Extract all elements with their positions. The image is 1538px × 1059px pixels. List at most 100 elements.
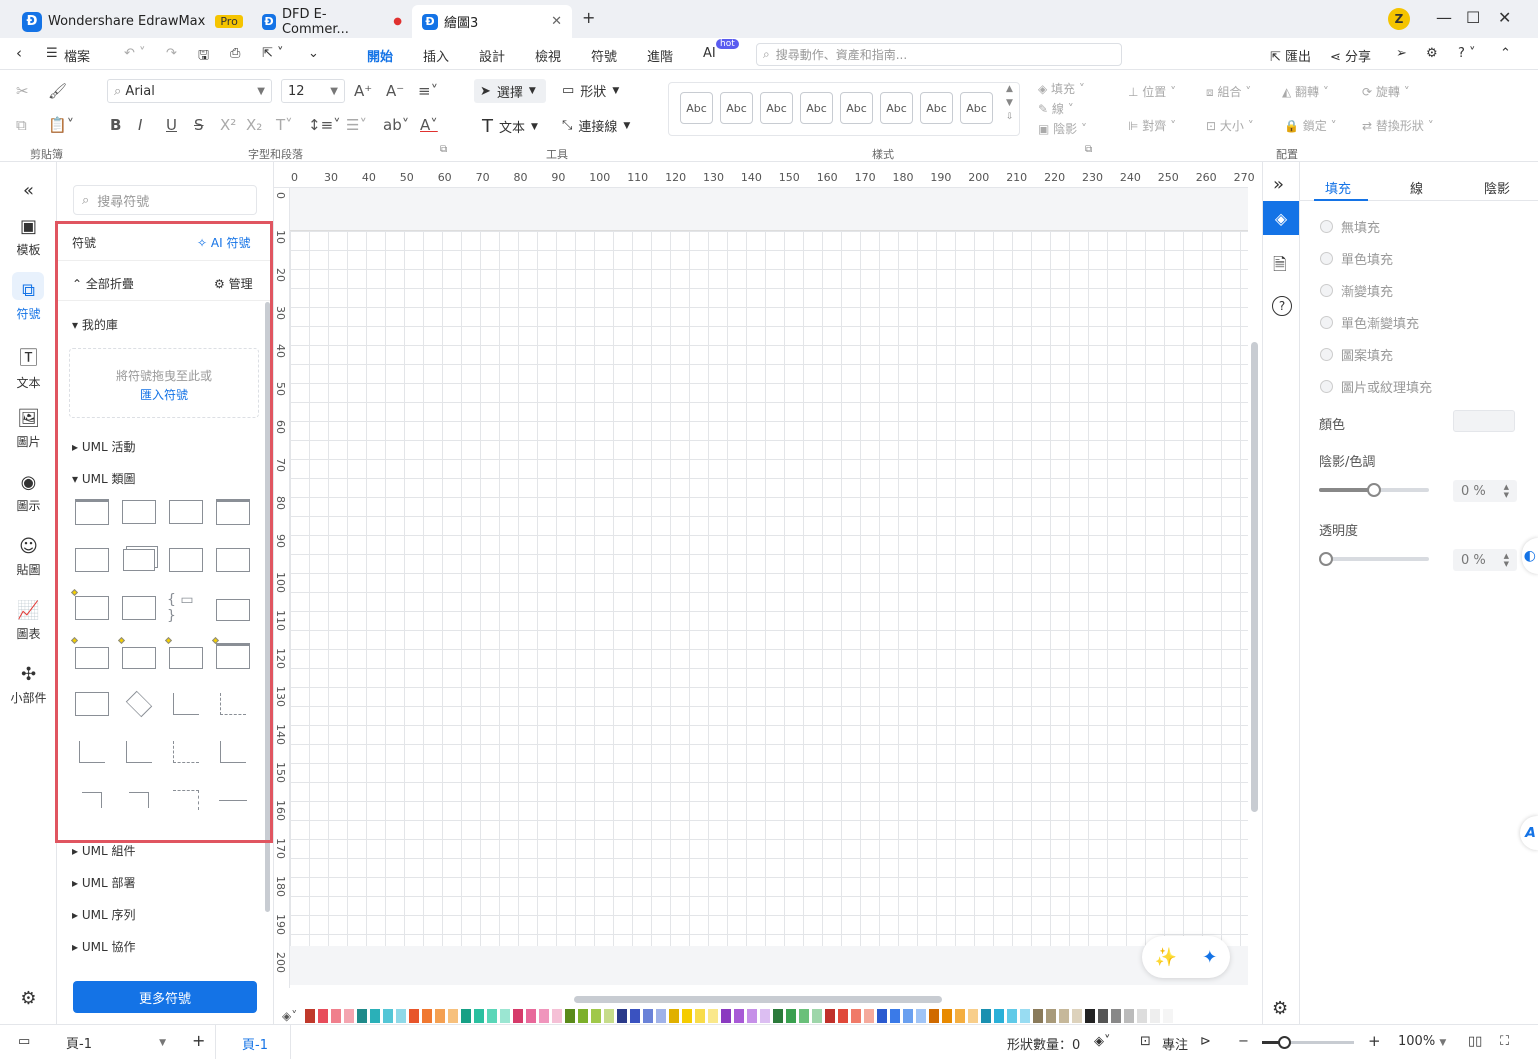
radio-no-fill[interactable]: 無填充 [1320, 217, 1380, 236]
share-button[interactable]: ⋖ 分享 [1330, 46, 1371, 65]
color-swatch[interactable] [669, 1009, 680, 1023]
print-icon[interactable]: ⎙ [230, 46, 240, 61]
menu-home[interactable]: 開始 [367, 46, 394, 73]
vertical-scrollbar[interactable] [1251, 342, 1258, 812]
font-shrink-icon[interactable]: A⁻ [386, 82, 404, 100]
horizontal-scrollbar[interactable] [574, 996, 942, 1003]
menu-advanced[interactable]: 進階 [647, 46, 673, 65]
color-swatch[interactable] [643, 1009, 654, 1023]
rotate-button[interactable]: ⟳ 旋轉 ˅ [1362, 83, 1410, 100]
cut-icon[interactable]: ✂ [16, 82, 29, 100]
tab-drawing3[interactable]: Ð 繪圖3 ✕ [412, 5, 572, 38]
bold-icon[interactable]: B [110, 116, 121, 134]
tab-line[interactable]: 線 [1410, 178, 1423, 197]
zoom-slider-thumb[interactable] [1278, 1036, 1291, 1049]
color-swatch[interactable] [695, 1009, 706, 1023]
zoom-select[interactable]: 100% ▼ [1398, 1034, 1446, 1049]
color-swatch[interactable] [721, 1009, 732, 1023]
menu-symbols[interactable]: 符號 [591, 46, 617, 65]
transparency-value-input[interactable]: 0 % ▲ ▼ [1453, 549, 1517, 571]
color-swatch[interactable] [799, 1009, 810, 1023]
hamburger-icon[interactable]: ☰ [46, 46, 58, 61]
copy-icon[interactable]: ⧉ [16, 116, 27, 134]
color-swatch[interactable] [526, 1009, 537, 1023]
color-swatch[interactable] [760, 1009, 771, 1023]
save-icon[interactable]: 🖫 [198, 46, 209, 68]
category-uml-deployment[interactable]: ▸ UML 部署 [72, 874, 135, 891]
color-swatch[interactable] [396, 1009, 407, 1023]
color-swatch[interactable] [851, 1009, 862, 1023]
expand-font-icon[interactable]: ⧉ [440, 144, 447, 155]
style-swatch[interactable]: Abc [800, 92, 833, 124]
color-swatch[interactable] [1137, 1009, 1148, 1023]
color-swatch[interactable] [539, 1009, 550, 1023]
page-properties-icon[interactable]: 🗎 [1273, 252, 1287, 281]
transparency-slider-thumb[interactable] [1319, 552, 1333, 566]
menu-ai[interactable]: AI [703, 46, 716, 61]
tab-shadow[interactable]: 陰影 [1484, 178, 1510, 197]
color-picker[interactable] [1453, 410, 1515, 432]
style-swatch[interactable]: Abc [960, 92, 993, 124]
settings-icon[interactable]: ⚙ [1272, 998, 1288, 1019]
settings-icon[interactable]: ⚙ [0, 988, 57, 1009]
font-color-icon[interactable]: A˅ [420, 116, 438, 134]
color-swatch[interactable] [357, 1009, 368, 1023]
color-swatch[interactable] [461, 1009, 472, 1023]
page-select[interactable]: 頁-1 ▼ [66, 1033, 166, 1052]
flip-button[interactable]: ◭ 翻轉 ˅ [1282, 83, 1329, 100]
color-swatch[interactable] [435, 1009, 446, 1023]
export-button[interactable]: ⇱ 匯出 [1270, 46, 1311, 65]
collapse-ribbon-icon[interactable]: ⌃ [1500, 46, 1511, 61]
color-swatch[interactable] [422, 1009, 433, 1023]
nav-widgets[interactable]: ✣ 小部件 [0, 664, 57, 706]
color-swatch[interactable] [864, 1009, 875, 1023]
app-tab[interactable]: Ð Wondershare EdrawMax Pro [12, 5, 253, 38]
more-icon[interactable]: ⌄ [308, 46, 319, 61]
focus-button[interactable]: 專注 [1162, 1034, 1188, 1053]
color-swatch[interactable] [903, 1009, 914, 1023]
style-swatch[interactable]: Abc [760, 92, 793, 124]
color-swatch[interactable] [1020, 1009, 1031, 1023]
format-painter-icon[interactable]: 🖌 [48, 82, 67, 100]
layers-icon[interactable]: ◈˅ [1094, 1034, 1111, 1049]
paste-icon[interactable]: 📋˅ [48, 116, 74, 134]
shape-button[interactable]: ▭ 形狀 ▼ [562, 81, 619, 100]
color-swatch[interactable] [1059, 1009, 1070, 1023]
close-window-icon[interactable]: ✕ [1498, 8, 1511, 27]
undo-icon[interactable]: ↶ ˅ [124, 46, 146, 61]
color-swatch[interactable] [981, 1009, 992, 1023]
color-swatch[interactable] [474, 1009, 485, 1023]
zoom-in-icon[interactable]: + [1368, 1032, 1381, 1050]
settings-icon[interactable]: ⚙ [1426, 46, 1438, 61]
color-swatch[interactable] [656, 1009, 667, 1023]
color-swatch[interactable] [487, 1009, 498, 1023]
play-icon[interactable]: ⊳ [1200, 1034, 1211, 1049]
expand-panel-icon[interactable]: » [1273, 174, 1284, 195]
back-icon[interactable]: ‹ [16, 44, 22, 62]
color-swatch[interactable] [786, 1009, 797, 1023]
bullets-icon[interactable]: ☰˅ [346, 116, 367, 134]
color-swatch[interactable] [604, 1009, 615, 1023]
shade-value-input[interactable]: 0 % ▲ ▼ [1453, 480, 1517, 502]
color-swatch[interactable] [331, 1009, 342, 1023]
color-swatch[interactable] [877, 1009, 888, 1023]
color-swatch[interactable] [1150, 1009, 1161, 1023]
nav-stickers[interactable]: ☺ 貼圖 [0, 536, 57, 578]
italic-icon[interactable]: I [138, 116, 142, 134]
style-swatch[interactable]: Abc [920, 92, 953, 124]
send-icon[interactable]: ➢ [1396, 46, 1407, 61]
connector-button[interactable]: ⤡ 連接線 ▼ [562, 116, 630, 135]
align-icon[interactable]: ≡˅ [418, 82, 438, 100]
nav-templates[interactable]: ▣ 模板 [0, 216, 57, 258]
nav-images[interactable]: 🖼 圖片 [0, 408, 57, 450]
style-swatch[interactable]: Abc [880, 92, 913, 124]
redo-icon[interactable]: ↷ [166, 46, 177, 61]
fill-button[interactable]: ◈ 填充 ˅ [1038, 80, 1085, 97]
color-swatch[interactable] [617, 1009, 628, 1023]
tab-fill[interactable]: 填充 [1325, 178, 1351, 197]
align-button[interactable]: ⊫ 對齊 ˅ [1128, 117, 1176, 134]
nav-text[interactable]: 🅃 文本 [0, 344, 57, 391]
gallery-scroll-icon[interactable]: ▲ ▼ ⇩ [1006, 82, 1014, 124]
position-button[interactable]: ⊥ 位置 ˅ [1128, 83, 1176, 100]
search-input[interactable]: ⌕ 搜尋動作、資產和指南... [756, 43, 1122, 66]
